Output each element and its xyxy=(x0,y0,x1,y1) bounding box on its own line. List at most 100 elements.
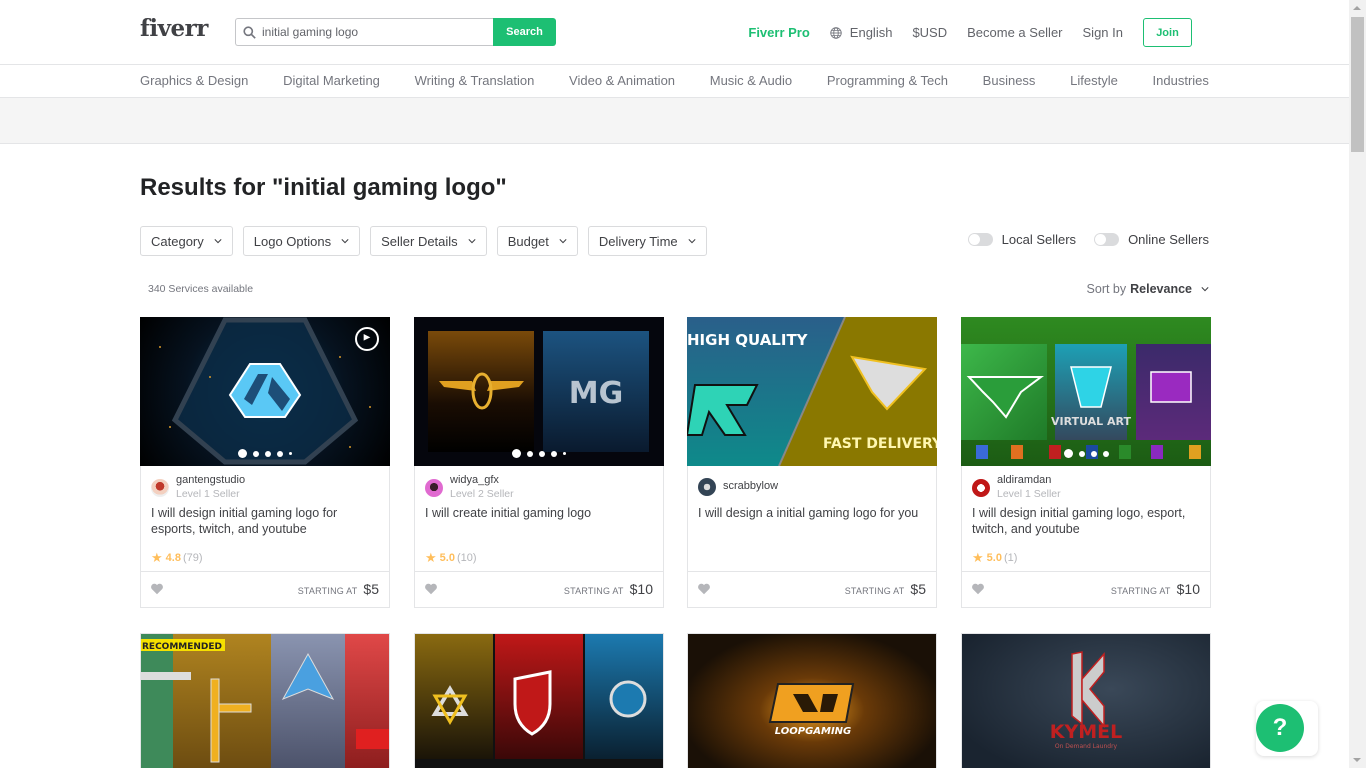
avatar[interactable] xyxy=(698,478,716,496)
avatar[interactable] xyxy=(425,479,443,497)
carousel-dot[interactable] xyxy=(253,450,259,457)
chevron-down-icon xyxy=(688,239,696,244)
toggle-switch[interactable] xyxy=(967,233,993,246)
gig-title[interactable]: I will design a initial gaming logo for … xyxy=(698,505,923,521)
gig-price[interactable]: STARTING AT $5 xyxy=(845,581,926,597)
carousel-dot[interactable] xyxy=(1102,450,1109,457)
header-nav: Fiverr Pro English $USD Become a Seller … xyxy=(748,18,1192,47)
filter-delivery-time[interactable]: Delivery Time xyxy=(587,226,707,256)
carousel-dot[interactable] xyxy=(265,450,271,457)
play-video-button[interactable] xyxy=(355,327,379,351)
scrollbar-thumb[interactable] xyxy=(1351,17,1364,152)
seller-name[interactable]: gantengstudio xyxy=(176,474,245,487)
filter-budget[interactable]: Budget xyxy=(496,226,578,256)
filter-label: Seller Details xyxy=(381,233,458,249)
gig-thumbnail[interactable]: MG xyxy=(414,317,664,466)
gig-card-thumbnail[interactable]: RECOMMENDED xyxy=(140,633,390,768)
banner-strip xyxy=(0,98,1349,144)
fiverr-pro-link[interactable]: Fiverr Pro xyxy=(748,25,809,40)
search-box[interactable] xyxy=(235,18,493,46)
gig-card[interactable]: MG widya_gfx Level 2 Seller I will creat… xyxy=(414,317,664,608)
carousel-dot[interactable] xyxy=(1090,450,1097,457)
gig-thumbnail[interactable]: HIGH QUALITY FAST DELIVERY xyxy=(687,317,937,466)
carousel-dot[interactable] xyxy=(539,450,545,457)
seller-name[interactable]: scrabbylow xyxy=(723,480,778,493)
review-count: (10) xyxy=(456,552,477,564)
carousel-dot[interactable] xyxy=(551,450,557,457)
sort-dropdown[interactable]: Sort by Relevance xyxy=(1087,282,1209,296)
search-icon xyxy=(243,25,256,39)
category-lifestyle[interactable]: Lifestyle xyxy=(1070,73,1118,88)
gig-price[interactable]: STARTING AT $10 xyxy=(564,581,653,597)
svg-text:MG: MG xyxy=(569,376,623,411)
gig-price[interactable]: STARTING AT $10 xyxy=(1111,581,1200,597)
category-industries[interactable]: Industries xyxy=(1153,73,1209,88)
language-selector[interactable]: English xyxy=(830,25,892,40)
category-music-audio[interactable]: Music & Audio xyxy=(710,73,792,88)
filter-category[interactable]: Category xyxy=(140,226,233,256)
rating-score: 5.0 xyxy=(439,552,455,564)
carousel-dot[interactable] xyxy=(289,452,292,455)
gig-card-thumbnail[interactable]: KYMEL On Demand Laundry xyxy=(961,633,1211,768)
gig-card[interactable]: gantengstudio Level 1 Seller I will desi… xyxy=(140,317,390,608)
logo-image: HIGH QUALITY FAST DELIVERY xyxy=(687,317,937,466)
carousel-dot[interactable] xyxy=(1078,450,1085,457)
carousel-dot[interactable] xyxy=(563,452,566,455)
gig-card[interactable]: HIGH QUALITY FAST DELIVERY scrabbylow I … xyxy=(687,317,937,608)
seller-level: Level 1 Seller xyxy=(176,488,240,500)
avatar[interactable] xyxy=(151,479,169,497)
heart-icon[interactable] xyxy=(150,582,164,596)
gig-title[interactable]: I will create initial gaming logo xyxy=(425,505,650,521)
seller-name[interactable]: widya_gfx xyxy=(450,474,514,487)
become-seller-link[interactable]: Become a Seller xyxy=(967,25,1062,40)
join-button[interactable]: Join xyxy=(1143,18,1192,47)
carousel-dot[interactable] xyxy=(277,450,283,457)
category-business[interactable]: Business xyxy=(983,73,1036,88)
avatar[interactable] xyxy=(972,479,990,497)
seller-toggles: Local Sellers Online Sellers xyxy=(950,232,1209,247)
category-digital-marketing[interactable]: Digital Marketing xyxy=(283,73,380,88)
filter-bar: Category Logo Options Seller Details Bud… xyxy=(140,226,717,256)
heart-icon[interactable] xyxy=(971,582,985,596)
fiverr-logo[interactable]: fiverr xyxy=(140,15,208,42)
online-sellers-toggle[interactable]: Online Sellers xyxy=(1094,232,1209,247)
heart-icon[interactable] xyxy=(424,582,438,596)
filter-label: Category xyxy=(151,233,204,249)
thumb-text: KYMEL xyxy=(1050,721,1122,743)
heart-icon[interactable] xyxy=(697,582,711,596)
filter-logo-options[interactable]: Logo Options xyxy=(242,226,361,256)
seller-info: gantengstudio Level 1 Seller xyxy=(151,474,245,501)
toggle-switch[interactable] xyxy=(1094,233,1120,246)
scroll-down-arrow-icon[interactable] xyxy=(1353,758,1361,762)
search-button[interactable]: Search xyxy=(493,18,556,46)
scroll-up-arrow-icon[interactable] xyxy=(1353,6,1361,10)
filter-seller-details[interactable]: Seller Details xyxy=(370,226,487,256)
category-programming-tech[interactable]: Programming & Tech xyxy=(827,73,948,88)
carousel-dot[interactable] xyxy=(238,449,247,458)
seller-name[interactable]: aldiramdan xyxy=(997,474,1061,487)
carousel-dot[interactable] xyxy=(527,450,533,457)
gig-thumbnail[interactable] xyxy=(140,317,390,466)
thumb-text: LOOPGAMING xyxy=(775,726,852,737)
gig-title[interactable]: I will design initial gaming logo for es… xyxy=(151,505,376,537)
category-video-animation[interactable]: Video & Animation xyxy=(569,73,675,88)
local-sellers-toggle[interactable]: Local Sellers xyxy=(967,232,1076,247)
sign-in-link[interactable]: Sign In xyxy=(1083,25,1123,40)
gig-title[interactable]: I will design initial gaming logo, espor… xyxy=(972,505,1197,537)
logo-image: VIRTUAL ART xyxy=(966,366,1201,459)
currency-selector[interactable]: $USD xyxy=(912,25,947,40)
price-label: STARTING AT xyxy=(297,586,358,596)
gig-card[interactable]: VIRTUAL ART aldiramdan Level 1 Seller I … xyxy=(961,317,1211,608)
gig-card-thumbnail[interactable] xyxy=(414,633,664,768)
gig-price[interactable]: STARTING AT $5 xyxy=(298,581,379,597)
category-writing-translation[interactable]: Writing & Translation xyxy=(415,73,535,88)
category-graphics-design[interactable]: Graphics & Design xyxy=(140,73,248,88)
help-button[interactable]: ? xyxy=(1256,704,1304,752)
page-scrollbar[interactable] xyxy=(1349,0,1366,768)
search-input[interactable] xyxy=(262,25,462,39)
gig-thumbnail[interactable]: VIRTUAL ART xyxy=(961,317,1211,466)
gig-card-thumbnail[interactable]: LOOPGAMING xyxy=(687,633,937,768)
carousel-dot[interactable] xyxy=(1063,449,1073,458)
carousel-dot[interactable] xyxy=(512,449,521,458)
review-count: (1) xyxy=(1003,552,1018,564)
